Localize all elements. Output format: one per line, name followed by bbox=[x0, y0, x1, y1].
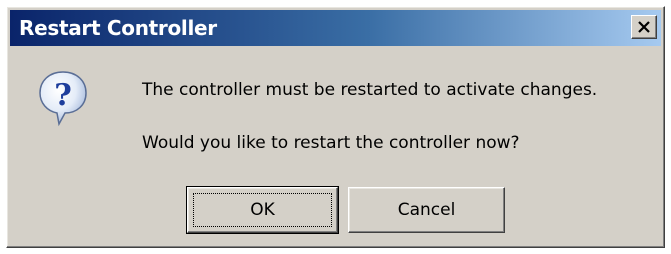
close-button[interactable] bbox=[631, 15, 657, 39]
title-bar[interactable]: Restart Controller bbox=[10, 10, 661, 46]
focus-rectangle bbox=[193, 193, 332, 227]
question-icon: ? bbox=[37, 69, 89, 127]
close-icon bbox=[638, 21, 650, 33]
svg-text:?: ? bbox=[54, 78, 72, 113]
dialog-title: Restart Controller bbox=[19, 16, 217, 40]
message-line-1: The controller must be restarted to acti… bbox=[142, 80, 598, 100]
restart-controller-dialog: Restart Controller ? The controller must… bbox=[6, 6, 665, 248]
message-line-2: Would you like to restart the controller… bbox=[142, 133, 520, 153]
cancel-button[interactable]: Cancel bbox=[348, 187, 505, 233]
cancel-button-label: Cancel bbox=[397, 200, 456, 220]
ok-button[interactable]: OK bbox=[186, 186, 339, 234]
